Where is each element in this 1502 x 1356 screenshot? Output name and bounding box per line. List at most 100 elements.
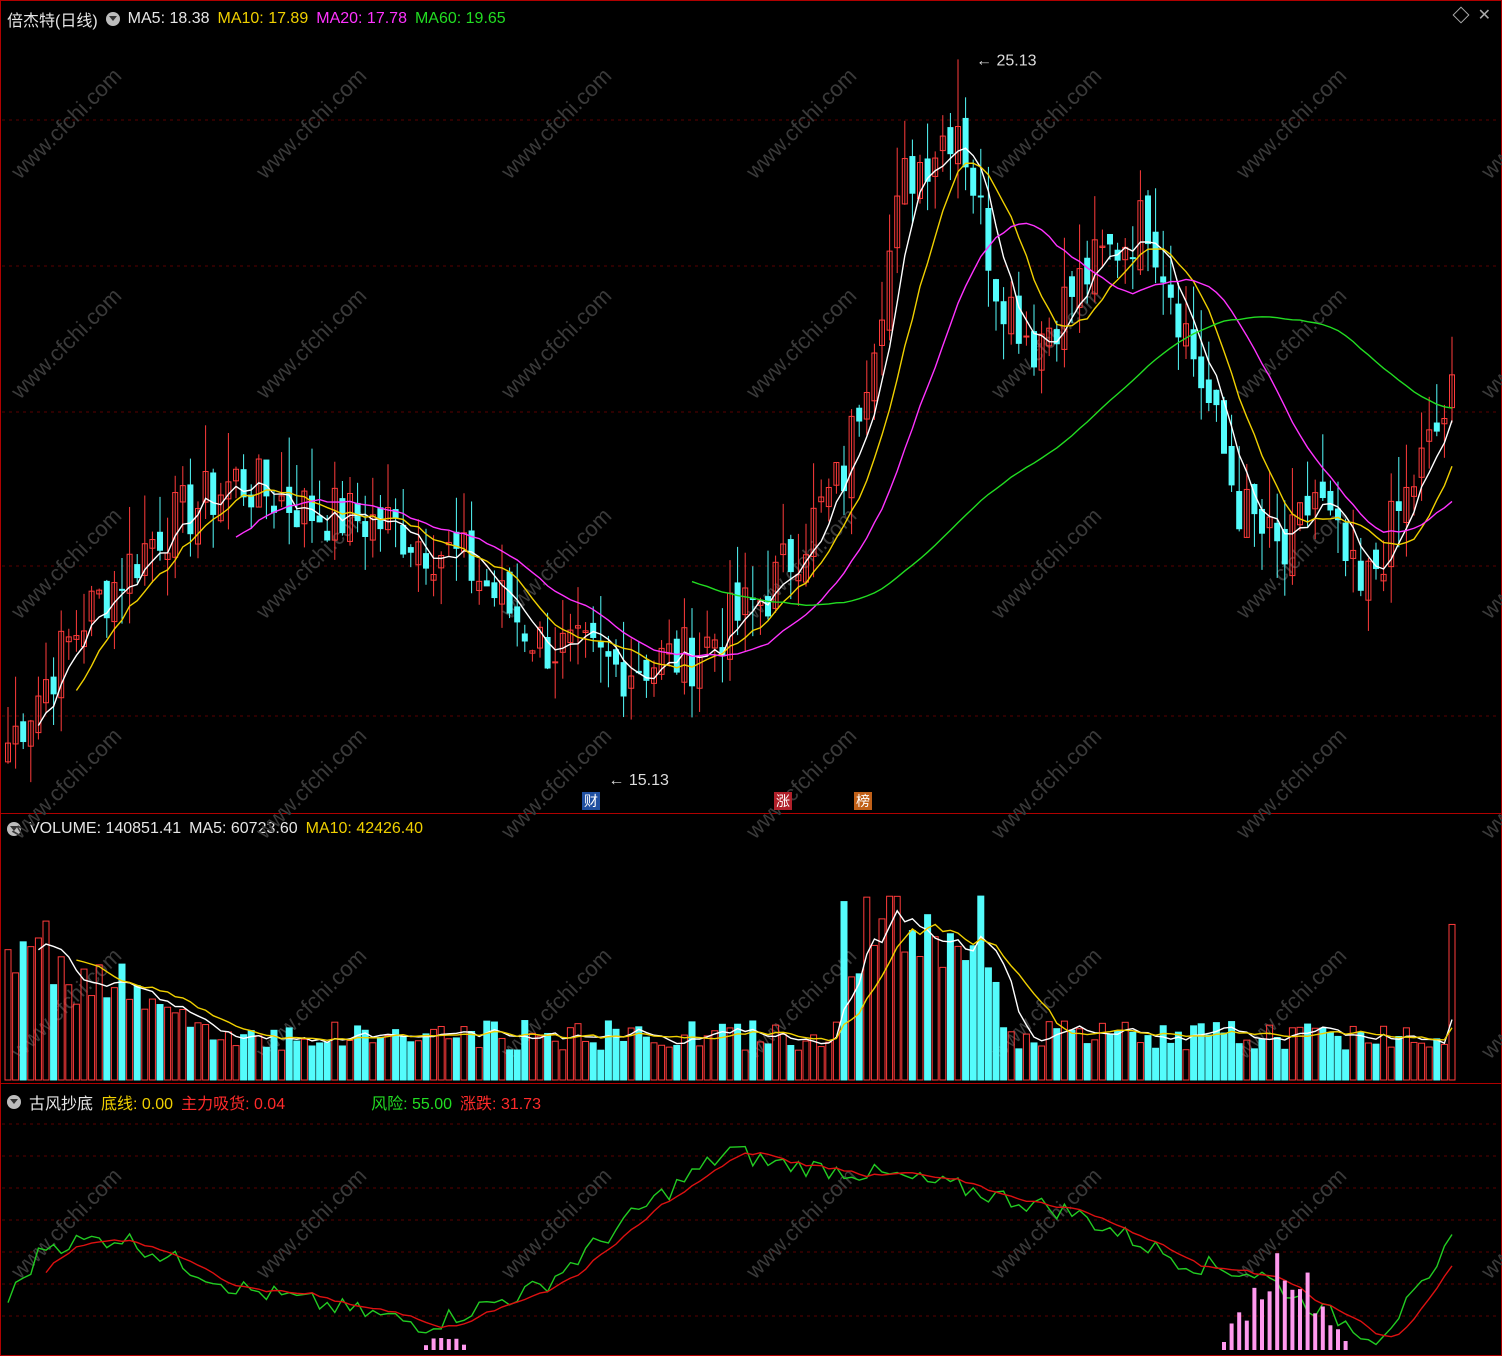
volume-bar [331, 1021, 339, 1081]
candle-body [977, 195, 984, 198]
volume-bar [141, 1008, 149, 1081]
candle-body [1228, 445, 1235, 486]
absorb-bar [1290, 1289, 1295, 1350]
volume-bar [840, 901, 848, 1081]
volume-bar [483, 1020, 491, 1081]
volume-bar [635, 1026, 643, 1081]
absorb-bar [1282, 1280, 1287, 1350]
candle-body [1205, 379, 1212, 404]
watermark-text: www.cfchi.com [1230, 63, 1351, 184]
watermark-text: www.cfchi.com [5, 63, 126, 184]
volume-bar [103, 997, 111, 1081]
candle-body [423, 553, 429, 569]
candle-body [514, 606, 521, 623]
candle-body [119, 588, 125, 591]
volume-bar [1250, 1048, 1258, 1081]
absorb-bar [1313, 1313, 1318, 1350]
candle-body [1213, 389, 1220, 406]
candle-body [993, 279, 999, 302]
candle-body [286, 486, 293, 513]
watermark-text: www.cfchi.com [495, 1163, 616, 1284]
volume-bar [1425, 1046, 1433, 1081]
watermark-text: www.cfchi.com [1475, 283, 1502, 404]
watermark-text: www.cfchi.com [495, 943, 616, 1064]
volume-bar [946, 933, 954, 1081]
candle-body [400, 524, 407, 555]
absorb-bar [1244, 1320, 1249, 1350]
volume-bar [992, 981, 1000, 1081]
watermark-text: www.cfchi.com [495, 723, 616, 844]
watermark-text: www.cfchi.com [250, 63, 371, 184]
watermark-text: www.cfchi.com [1475, 503, 1502, 624]
volume-bar [1114, 1030, 1122, 1081]
volume-bar [1083, 1043, 1091, 1081]
finance-badge[interactable]: 财 [582, 792, 600, 810]
volume-bar [452, 1037, 460, 1081]
candle-body [324, 530, 331, 541]
volume-bar [650, 1042, 658, 1081]
candle-body [187, 484, 194, 535]
volume-bar [468, 1030, 476, 1081]
volume-bar [376, 1036, 384, 1081]
volume-bar [88, 995, 96, 1081]
volume-bar [1395, 1036, 1403, 1081]
candle-body [1433, 422, 1440, 432]
absorb-bar [1237, 1312, 1242, 1350]
volume-bar [1410, 1041, 1418, 1081]
volume-bar [133, 985, 141, 1081]
volume-bar [1129, 1031, 1137, 1081]
volume-bar [285, 1027, 293, 1081]
volume-bar [12, 972, 20, 1081]
volume-bar [179, 1008, 187, 1081]
volume-bar [1220, 1032, 1228, 1081]
volume-bar [27, 946, 35, 1081]
volume-bar [4, 949, 12, 1081]
ranking-badge[interactable]: 榜 [854, 792, 872, 810]
candle-body [985, 207, 992, 271]
candle-body [605, 651, 612, 657]
candle-body [1274, 522, 1281, 542]
volume-bar [802, 1040, 810, 1081]
volume-bar [1448, 923, 1456, 1081]
volume-bar [186, 1026, 194, 1081]
volume-bar [346, 1039, 354, 1081]
watermark-text: www.cfchi.com [250, 503, 371, 624]
candle-body [491, 582, 498, 599]
volume-bar [794, 1049, 802, 1081]
volume-bar [369, 1042, 377, 1081]
volume-bar [414, 1040, 422, 1081]
candle-body [1000, 301, 1007, 325]
watermark-text: www.cfchi.com [1230, 503, 1351, 624]
volume-bar [931, 936, 939, 1081]
candle-body [1327, 490, 1334, 511]
rise-badge[interactable]: 涨 [774, 792, 792, 810]
absorb-bar [439, 1338, 444, 1350]
candle-body [157, 531, 163, 551]
absorb-bar [1267, 1291, 1272, 1350]
watermark-text: www.cfchi.com [985, 723, 1106, 844]
volume-bar [1197, 1023, 1205, 1081]
watermark-text: www.cfchi.com [495, 503, 616, 624]
watermark-text: www.cfchi.com [250, 1163, 371, 1284]
watermark-text: www.cfchi.com [740, 283, 861, 404]
volume-bar [1281, 1048, 1289, 1081]
candle-body [1281, 528, 1288, 565]
watermark-text: www.cfchi.com [1230, 1163, 1351, 1284]
volume-bar [1326, 1032, 1334, 1081]
volume-bar [1152, 1047, 1160, 1081]
volume-bar [1174, 1031, 1182, 1081]
absorb-bar [446, 1339, 451, 1350]
volume-bar [1357, 1031, 1365, 1081]
absorb-bar [1260, 1299, 1264, 1350]
volume-bar [300, 1038, 308, 1081]
watermark-text: www.cfchi.com [740, 1163, 861, 1284]
candle-body [1175, 303, 1182, 338]
volume-bar [392, 1029, 400, 1081]
volume-bar [164, 1006, 172, 1081]
volume-bar [1235, 1043, 1243, 1081]
volume-bar [1167, 1042, 1175, 1081]
chart-canvas[interactable]: www.cfchi.com www.cfchi.com www.cfchi.com w… [0, 0, 1502, 1356]
volume-bar [270, 1029, 278, 1081]
volume-bar [620, 1040, 628, 1081]
volume-bar [1015, 1048, 1023, 1081]
